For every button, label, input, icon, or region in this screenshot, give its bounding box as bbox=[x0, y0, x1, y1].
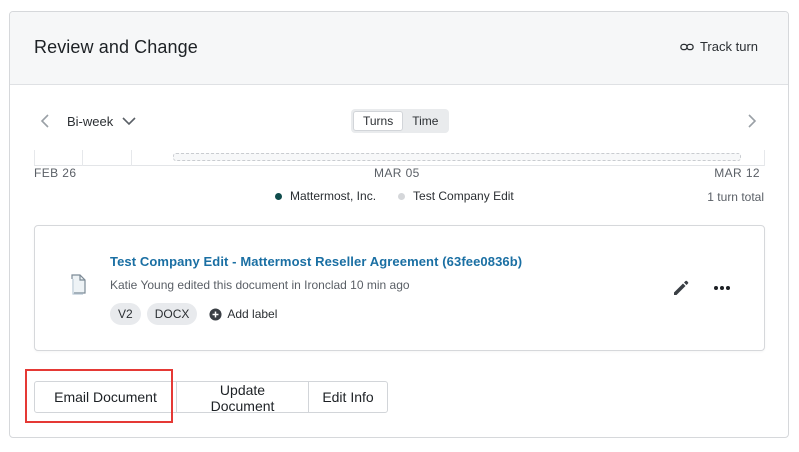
period-label: Bi-week bbox=[67, 113, 114, 129]
date-end: MAR 12 bbox=[714, 166, 760, 180]
legend-label: Mattermost, Inc. bbox=[290, 189, 377, 203]
edit-info-button[interactable]: Edit Info bbox=[308, 381, 388, 413]
turn-total: 1 turn total bbox=[707, 190, 764, 204]
document-chips: V2 DOCX Add label bbox=[110, 303, 277, 325]
view-toggle: Turns Time bbox=[351, 109, 450, 133]
legend-item-mattermost: Mattermost, Inc. bbox=[275, 189, 376, 203]
version-chip: V2 bbox=[110, 303, 141, 325]
period-dropdown[interactable]: Bi-week bbox=[67, 113, 137, 129]
legend-dot bbox=[275, 192, 282, 200]
link-icon bbox=[680, 43, 694, 50]
timeline-tick bbox=[131, 150, 132, 166]
chevron-down-icon bbox=[122, 117, 136, 126]
panel-title: Review and Change bbox=[34, 37, 198, 57]
track-turn-button[interactable]: Track turn bbox=[680, 39, 758, 54]
chevron-right-icon[interactable] bbox=[745, 113, 759, 129]
timeline-tick bbox=[764, 150, 765, 166]
plus-circle-icon bbox=[209, 307, 222, 321]
review-panel: Review and Change Track turn Bi-week Tur… bbox=[9, 11, 789, 438]
toggle-turns[interactable]: Turns bbox=[353, 111, 404, 131]
date-middle: MAR 05 bbox=[374, 166, 420, 180]
legend-label: Test Company Edit bbox=[413, 189, 514, 203]
timeline-track bbox=[34, 150, 765, 166]
document-meta: Katie Young edited this document in Iron… bbox=[110, 278, 410, 292]
document-icon bbox=[70, 274, 86, 295]
document-title-link[interactable]: Test Company Edit - Mattermost Reseller … bbox=[110, 254, 522, 269]
toggle-time[interactable]: Time bbox=[403, 111, 447, 131]
add-label-button[interactable]: Add label bbox=[209, 307, 277, 321]
panel-header: Review and Change Track turn bbox=[10, 12, 788, 85]
date-start: FEB 26 bbox=[34, 166, 77, 180]
more-options-icon[interactable] bbox=[712, 281, 732, 295]
document-actions: Email Document Update Document Edit Info bbox=[34, 381, 388, 414]
legend: Mattermost, Inc. Test Company Edit bbox=[275, 189, 514, 203]
timeline-range-bar bbox=[173, 153, 741, 161]
pencil-icon[interactable] bbox=[672, 279, 690, 297]
track-turn-label: Track turn bbox=[699, 39, 758, 54]
update-document-button[interactable]: Update Document bbox=[176, 381, 309, 414]
legend-dot bbox=[398, 192, 406, 200]
timeline-tick bbox=[82, 150, 83, 166]
legend-item-test-company: Test Company Edit bbox=[398, 189, 514, 203]
email-document-button[interactable]: Email Document bbox=[34, 381, 177, 413]
add-label-text: Add label bbox=[227, 307, 278, 321]
chevron-left-icon[interactable] bbox=[38, 113, 52, 129]
document-card: Test Company Edit - Mattermost Reseller … bbox=[34, 225, 765, 351]
timeline-tick bbox=[34, 150, 35, 166]
format-chip: DOCX bbox=[146, 303, 198, 325]
